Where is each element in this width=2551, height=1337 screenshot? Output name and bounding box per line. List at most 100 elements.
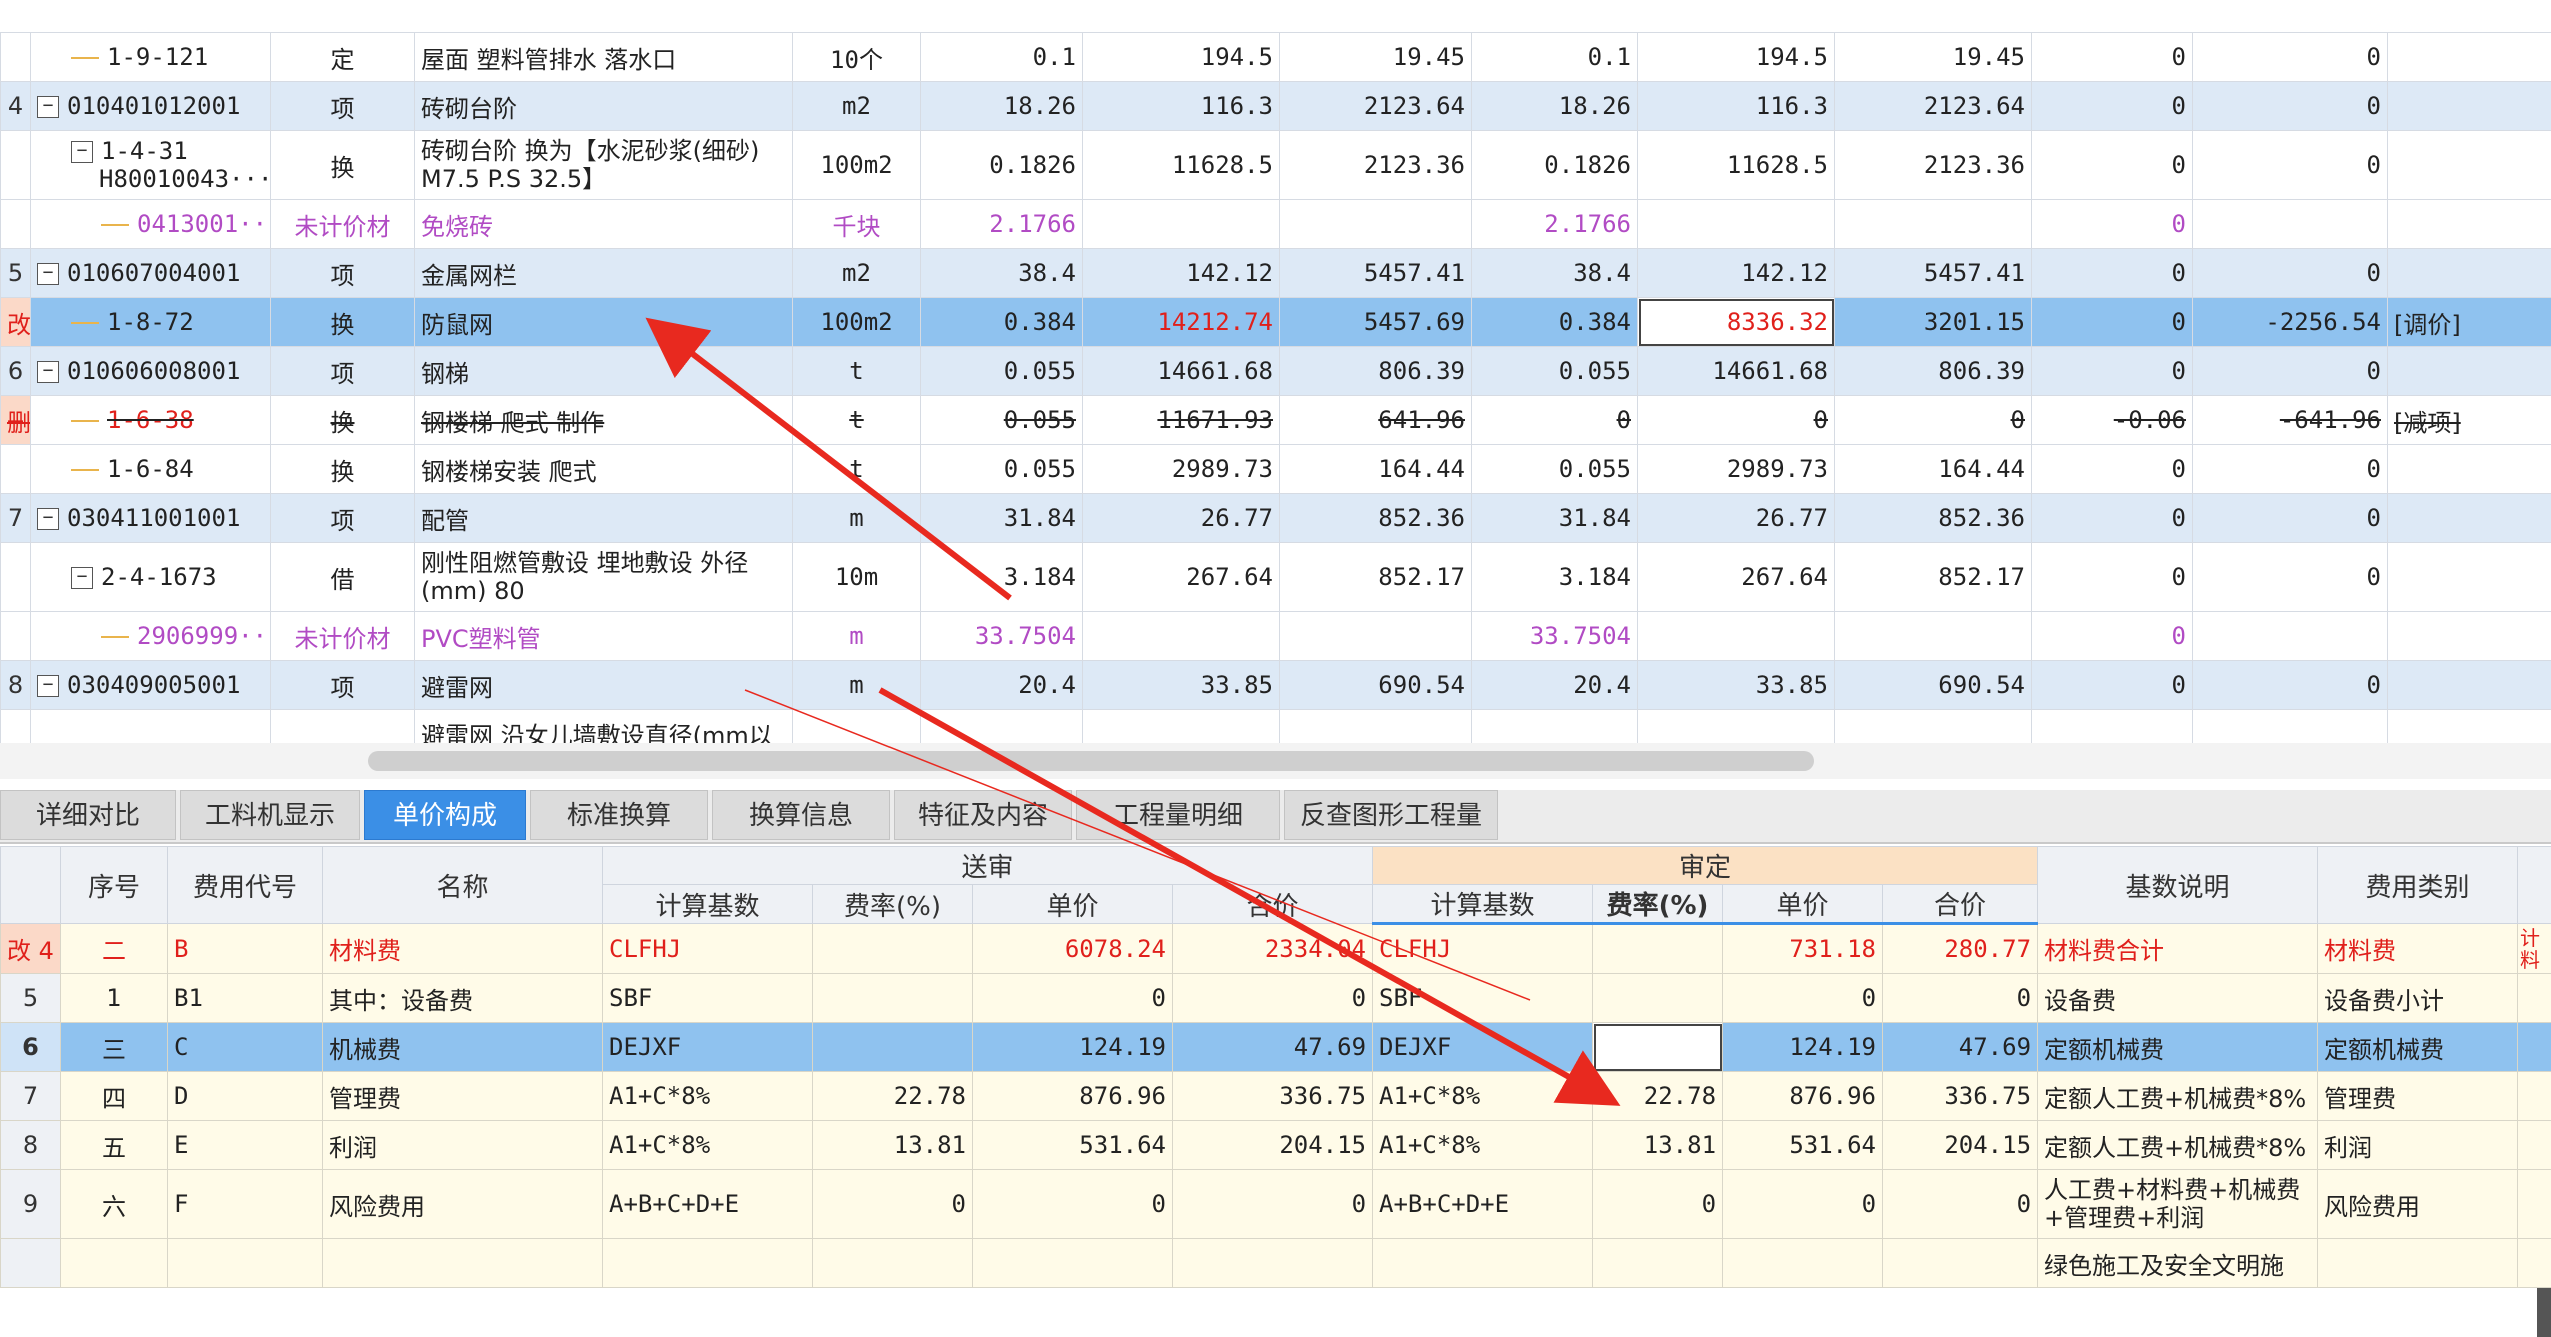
- audited-rate[interactable]: [1592, 1238, 1724, 1288]
- bill-row[interactable]: 删 1-6-38 换 钢楼梯 爬式 制作 t 0.055 11671.93 641.96 0 0 0…: [0, 395, 2551, 445]
- collapse-icon[interactable]: −: [37, 263, 59, 285]
- row-number[interactable]: 8: [0, 660, 31, 710]
- item-code[interactable]: 0413001···: [30, 199, 271, 249]
- diff-total[interactable]: 0: [2192, 32, 2388, 82]
- fee-seq[interactable]: [60, 1238, 168, 1288]
- fee-code[interactable]: E: [167, 1120, 323, 1170]
- item-code[interactable]: −030411001001: [30, 493, 271, 543]
- submitted-qty[interactable]: 0.055: [920, 444, 1083, 494]
- audited-total[interactable]: 336.75: [1882, 1071, 2039, 1121]
- diff-total[interactable]: -641.96: [2192, 395, 2388, 445]
- audited-total[interactable]: 852.17: [1834, 542, 2032, 612]
- header-name[interactable]: 名称: [322, 846, 603, 924]
- audited-qty[interactable]: 0.055: [1471, 444, 1638, 494]
- submitted-rate[interactable]: [812, 1022, 973, 1072]
- item-name[interactable]: 刚性阻燃管敷设 埋地敷设 外径(mm) 80: [414, 542, 793, 612]
- diff-total[interactable]: 0: [2192, 81, 2388, 131]
- item-unit[interactable]: 10m: [792, 542, 921, 612]
- submitted-total[interactable]: 47.69: [1171, 1022, 1374, 1072]
- diff-note[interactable]: [减项]: [2387, 395, 2551, 445]
- fee-code[interactable]: B: [167, 923, 323, 974]
- diff-qty[interactable]: 0: [2031, 346, 2193, 396]
- audited-qty[interactable]: 20.4: [1471, 660, 1638, 710]
- bill-row[interactable]: 1-6-84 换 钢楼梯安装 爬式 t 0.055 2989.73 164.44 0.055 2…: [0, 444, 2551, 494]
- extra-note[interactable]: [2517, 1071, 2551, 1121]
- fee-seq[interactable]: 1: [60, 973, 168, 1023]
- fee-row[interactable]: 6 三 C 机械费 DEJXF 124.19 47.69 DEJXF 124.19 47.69 定额…: [0, 1022, 2551, 1072]
- scrollbar-thumb[interactable]: [368, 751, 1814, 771]
- item-name[interactable]: 钢楼梯 爬式 制作: [414, 395, 793, 445]
- submitted-total[interactable]: 19.45: [1279, 32, 1472, 82]
- submitted-qty[interactable]: 0.055: [920, 346, 1083, 396]
- fee-name[interactable]: 材料费: [322, 923, 603, 974]
- item-name[interactable]: 金属网栏: [414, 248, 793, 298]
- submitted-price[interactable]: 11671.93: [1082, 395, 1280, 445]
- submitted-base[interactable]: DEJXF: [602, 1022, 813, 1072]
- submitted-unit-price[interactable]: 0: [972, 973, 1173, 1023]
- collapse-icon[interactable]: −: [71, 567, 93, 589]
- audited-total[interactable]: 852.36: [1834, 493, 2032, 543]
- header-a-price[interactable]: 单价: [1722, 884, 1884, 925]
- audited-rate[interactable]: [1592, 973, 1724, 1023]
- item-code[interactable]: −1-4-31 H80010043···: [30, 130, 271, 200]
- base-description[interactable]: 设备费: [2037, 973, 2319, 1023]
- audited-total[interactable]: 2123.36: [1834, 130, 2032, 200]
- diff-total[interactable]: 0: [2192, 444, 2388, 494]
- bill-row[interactable]: 6−010606008001 项 钢梯 t 0.055 14661.68 806.39 0.0…: [0, 346, 2551, 396]
- row-index[interactable]: 9: [0, 1169, 61, 1239]
- audited-price[interactable]: 116.3: [1637, 81, 1835, 131]
- item-code[interactable]: 1-6-84: [30, 444, 271, 494]
- item-unit[interactable]: t: [792, 346, 921, 396]
- row-number[interactable]: 6: [0, 346, 31, 396]
- audited-base[interactable]: [1372, 1238, 1594, 1288]
- audited-price[interactable]: 142.12: [1637, 248, 1835, 298]
- header-a-total[interactable]: 合价: [1882, 884, 2039, 925]
- fee-row[interactable]: 8 五 E 利润 A1+C*8% 13.81 531.64 204.15 A1+C*8% 13.8…: [0, 1120, 2551, 1170]
- item-kind[interactable]: 项: [270, 660, 415, 710]
- submitted-rate[interactable]: 13.81: [812, 1120, 973, 1170]
- submitted-unit-price[interactable]: 124.19: [972, 1022, 1173, 1072]
- fee-type[interactable]: 利润: [2317, 1120, 2519, 1170]
- audited-qty[interactable]: 33.7504: [1471, 611, 1638, 661]
- item-kind[interactable]: 换: [270, 297, 415, 347]
- item-unit[interactable]: 10个: [792, 32, 921, 82]
- diff-total[interactable]: 0: [2192, 346, 2388, 396]
- diff-qty[interactable]: 0: [2031, 660, 2193, 710]
- item-kind[interactable]: 换: [270, 444, 415, 494]
- submitted-rate[interactable]: [812, 1238, 973, 1288]
- diff-total[interactable]: 0: [2192, 130, 2388, 200]
- fee-type[interactable]: 材料费: [2317, 923, 2519, 974]
- item-code[interactable]: −010401012001: [30, 81, 271, 131]
- diff-qty[interactable]: 0: [2031, 297, 2193, 347]
- diff-qty[interactable]: 0: [2031, 444, 2193, 494]
- header-s-price[interactable]: 单价: [972, 884, 1173, 924]
- audited-base[interactable]: A1+C*8%: [1372, 1071, 1594, 1121]
- base-description[interactable]: 定额机械费: [2037, 1022, 2319, 1072]
- item-name[interactable]: 钢梯: [414, 346, 793, 396]
- fee-seq[interactable]: 四: [60, 1071, 168, 1121]
- tab-5[interactable]: 特征及内容: [894, 790, 1072, 840]
- submitted-qty[interactable]: 0.384: [920, 297, 1083, 347]
- submitted-price[interactable]: [1082, 199, 1280, 249]
- diff-total[interactable]: 0: [2192, 248, 2388, 298]
- collapse-icon[interactable]: −: [37, 675, 59, 697]
- submitted-total[interactable]: [1279, 611, 1472, 661]
- audited-total[interactable]: 690.54: [1834, 660, 2032, 710]
- item-kind[interactable]: 借: [270, 542, 415, 612]
- diff-note[interactable]: [2387, 611, 2551, 661]
- submitted-rate[interactable]: [812, 973, 973, 1023]
- item-kind[interactable]: 项: [270, 81, 415, 131]
- row-number[interactable]: 5: [0, 248, 31, 298]
- submitted-total[interactable]: 806.39: [1279, 346, 1472, 396]
- item-code[interactable]: −010607004001: [30, 248, 271, 298]
- audited-base[interactable]: A1+C*8%: [1372, 1120, 1594, 1170]
- fee-seq[interactable]: 六: [60, 1169, 168, 1239]
- audited-price[interactable]: 14661.68: [1637, 346, 1835, 396]
- submitted-total[interactable]: 5457.69: [1279, 297, 1472, 347]
- header-a-rate[interactable]: 费率(%): [1592, 884, 1724, 925]
- fee-type[interactable]: [2317, 1238, 2519, 1288]
- extra-note[interactable]: [2517, 973, 2551, 1023]
- diff-qty[interactable]: 0: [2031, 81, 2193, 131]
- submitted-unit-price[interactable]: 0: [972, 1169, 1173, 1239]
- fee-row[interactable]: 绿色施工及安全文明施: [0, 1238, 2551, 1288]
